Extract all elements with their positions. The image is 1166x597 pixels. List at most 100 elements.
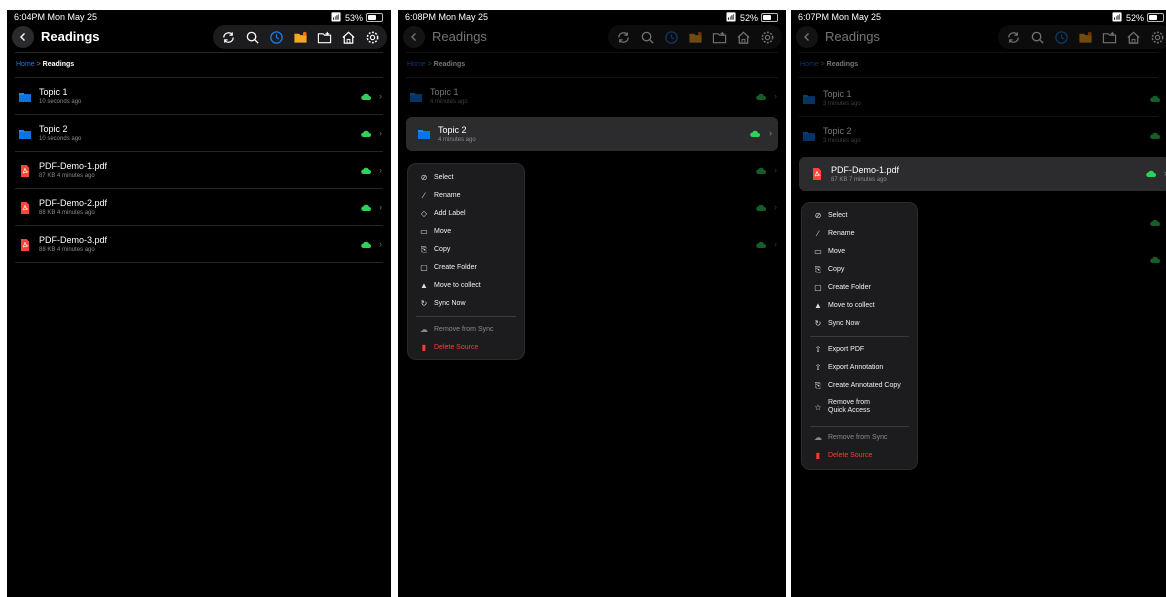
settings-button[interactable] bbox=[758, 28, 776, 46]
menu-item-export-annotation[interactable]: ⇧ Export Annotation bbox=[802, 360, 917, 376]
battery-icon bbox=[761, 13, 778, 22]
menu-item-remove-from-sync[interactable]: ☁ Remove from Sync bbox=[802, 430, 917, 446]
star-icon: ☆ bbox=[814, 403, 822, 412]
divider bbox=[406, 52, 778, 53]
list-item[interactable]: Topic 1 4 minutes ago › bbox=[398, 79, 786, 115]
new-folder-button[interactable] bbox=[710, 28, 728, 46]
chevron-right-icon: › bbox=[774, 239, 777, 249]
pdf-icon bbox=[21, 165, 29, 177]
home-button[interactable] bbox=[339, 28, 357, 46]
chevron-right-icon: › bbox=[379, 239, 382, 249]
menu-item-copy[interactable]: ⎘ Copy bbox=[408, 242, 524, 258]
home-button[interactable] bbox=[734, 28, 752, 46]
menu-item-move-to-collect[interactable]: ▲ Move to collect bbox=[408, 278, 524, 294]
search-button[interactable] bbox=[243, 28, 261, 46]
cloud-icon bbox=[756, 241, 766, 248]
new-folder-button[interactable] bbox=[1100, 28, 1118, 46]
menu-item-create-folder[interactable]: ▢ Create Folder bbox=[408, 260, 524, 276]
menu-item-create-folder[interactable]: ▢ Create Folder bbox=[802, 280, 917, 296]
selected-item-highlight[interactable]: PDF-Demo-1.pdf 87 KB 7 minutes ago › bbox=[799, 157, 1166, 191]
cloud-icon bbox=[756, 204, 766, 211]
status-bar: 6:07PM Mon May 25 📶︎ 52% bbox=[791, 10, 1166, 24]
context-menu: ⊘ Select ∕ Rename ▭ Move ⎘ Copy ▢ Create Fold… bbox=[801, 202, 918, 470]
item-name: Topic 2 bbox=[823, 126, 852, 136]
chevron-right-icon: › bbox=[774, 91, 777, 101]
search-button[interactable] bbox=[1028, 28, 1046, 46]
menu-item-select[interactable]: ⊘ Select bbox=[408, 170, 524, 186]
item-meta: 10 seconds ago bbox=[39, 136, 82, 142]
back-button[interactable] bbox=[12, 26, 34, 48]
list-item[interactable]: Topic 2 3 minutes ago bbox=[791, 118, 1166, 154]
recent-button[interactable] bbox=[1052, 28, 1070, 46]
menu-item-sync-now[interactable]: ↻ Sync Now bbox=[802, 316, 917, 332]
item-name: PDF-Demo-1.pdf bbox=[831, 165, 900, 175]
menu-item-delete-source[interactable]: ▮ Delete Source bbox=[408, 340, 524, 356]
list-item[interactable]: PDF-Demo-2.pdf 88 KB 4 minutes ago › bbox=[7, 190, 391, 226]
back-button[interactable] bbox=[796, 26, 818, 48]
menu-item-rename[interactable]: ∕ Rename bbox=[802, 226, 917, 242]
folder-star-icon bbox=[688, 31, 702, 43]
menu-item-sync-now[interactable]: ↻ Sync Now bbox=[408, 296, 524, 312]
back-button[interactable] bbox=[403, 26, 425, 48]
settings-button[interactable] bbox=[1148, 28, 1166, 46]
sync-icon: ↻ bbox=[814, 319, 822, 328]
home-icon bbox=[341, 31, 355, 44]
chevron-right-icon: › bbox=[774, 202, 777, 212]
sync-button[interactable] bbox=[614, 28, 632, 46]
menu-item-move[interactable]: ▭ Move bbox=[408, 224, 524, 240]
breadcrumb-separator: > bbox=[818, 61, 827, 68]
menu-item-select[interactable]: ⊘ Select bbox=[802, 208, 917, 224]
tag-icon: ◇ bbox=[420, 209, 428, 218]
new-folder-icon bbox=[317, 31, 331, 43]
menu-item-label: Move bbox=[434, 228, 452, 235]
breadcrumb-home[interactable]: Home bbox=[800, 61, 819, 68]
folder-outline-icon: ▭ bbox=[814, 247, 822, 256]
row-divider bbox=[15, 188, 383, 189]
wifi-icon: 📶︎ bbox=[725, 12, 737, 22]
list-item[interactable]: PDF-Demo-1.pdf 87 KB 4 minutes ago › bbox=[7, 153, 391, 189]
gear-icon bbox=[761, 31, 773, 43]
breadcrumb-home[interactable]: Home bbox=[16, 61, 35, 68]
selected-item-highlight[interactable]: Topic 2 4 minutes ago › bbox=[406, 117, 778, 151]
menu-item-export-pdf[interactable]: ⇧ Export PDF bbox=[802, 342, 917, 358]
recent-button[interactable] bbox=[267, 28, 285, 46]
breadcrumb-home[interactable]: Home bbox=[407, 61, 426, 68]
menu-item-remove-quick-access[interactable]: ☆ Remove from Quick Access bbox=[802, 396, 917, 420]
item-name: PDF-Demo-3.pdf bbox=[39, 235, 108, 245]
sync-button[interactable] bbox=[1004, 28, 1022, 46]
home-button[interactable] bbox=[1124, 28, 1142, 46]
list-item[interactable]: Topic 1 3 minutes ago bbox=[791, 81, 1166, 117]
menu-item-delete-source[interactable]: ▮ Delete Source bbox=[802, 448, 917, 464]
list-item[interactable]: Topic 2 10 seconds ago › bbox=[7, 116, 391, 152]
quick-access-button[interactable] bbox=[291, 28, 309, 46]
search-button[interactable] bbox=[638, 28, 656, 46]
menu-item-move-to-collect[interactable]: ▲ Move to collect bbox=[802, 298, 917, 314]
menu-item-label: Select bbox=[434, 174, 454, 181]
menu-item-move[interactable]: ▭ Move bbox=[802, 244, 917, 260]
menu-item-add-label[interactable]: ◇ Add Label bbox=[408, 206, 524, 222]
list-item[interactable]: Topic 1 10 seconds ago › bbox=[7, 79, 391, 115]
breadcrumb: Home > Readings bbox=[407, 61, 465, 68]
chevron-right-icon: › bbox=[379, 91, 382, 101]
nav-bar: Readings bbox=[398, 24, 786, 52]
export-annotation-icon: ⇧ bbox=[814, 363, 822, 372]
quick-access-button[interactable] bbox=[686, 28, 704, 46]
tray-icon: ▲ bbox=[814, 301, 822, 310]
sync-button[interactable] bbox=[219, 28, 237, 46]
folder-icon bbox=[19, 130, 31, 139]
new-folder-button[interactable] bbox=[315, 28, 333, 46]
recent-button[interactable] bbox=[662, 28, 680, 46]
menu-item-rename[interactable]: ∕ Rename bbox=[408, 188, 524, 204]
select-circle-icon: ⊘ bbox=[814, 211, 822, 220]
toolbar bbox=[213, 25, 387, 49]
menu-item-label: Remove from Quick Access bbox=[828, 399, 871, 414]
menu-item-create-annotated-copy[interactable]: ⎘ Create Annotated Copy bbox=[802, 378, 917, 394]
menu-item-label: Sync Now bbox=[828, 320, 860, 327]
item-meta: 87 KB 4 minutes ago bbox=[39, 173, 95, 179]
list-item[interactable]: PDF-Demo-3.pdf 88 KB 4 minutes ago › bbox=[7, 227, 391, 263]
quick-access-button[interactable] bbox=[1076, 28, 1094, 46]
settings-button[interactable] bbox=[363, 28, 381, 46]
menu-item-label: Create Folder bbox=[828, 284, 871, 291]
menu-item-copy[interactable]: ⎘ Copy bbox=[802, 262, 917, 278]
menu-item-remove-from-sync[interactable]: ☁ Remove from Sync bbox=[408, 322, 524, 338]
